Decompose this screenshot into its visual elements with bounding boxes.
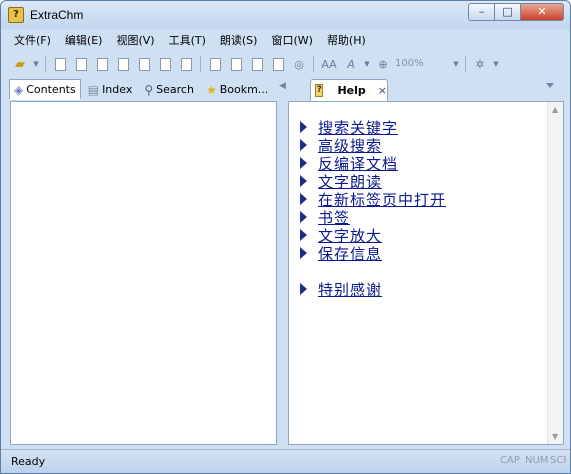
find-icon[interactable] (206, 55, 224, 73)
tab-index[interactable]: ▤ Index (83, 79, 138, 100)
font-dropdown-icon[interactable]: ▼ (363, 55, 371, 73)
close-button[interactable]: ✕ (520, 3, 564, 21)
page-icon[interactable] (156, 55, 174, 73)
bullet-icon (300, 229, 307, 241)
list-item: 文字朗读 (300, 172, 446, 191)
left-tab-strip: ◈ Contents ▤ Index ⚲ Search ★ Bookm... (9, 79, 277, 101)
status-bar: Ready CAP NUM SCRL (1, 449, 570, 473)
bullet-icon (300, 121, 307, 133)
list-item: 文字放大 (300, 226, 446, 245)
pane-splitter[interactable] (280, 79, 286, 445)
book-icon: ◈ (14, 82, 24, 97)
bookmark-add-icon[interactable] (248, 55, 266, 73)
list-item: 搜索关键字 (300, 118, 446, 137)
bullet-icon (300, 211, 307, 223)
print-preview-icon[interactable] (72, 55, 90, 73)
help-link-list: 搜索关键字 高级搜索 反编译文档 文字朗读 在新标签页中打开 书签 文字放大 保… (300, 118, 446, 300)
sync-icon[interactable]: ◎ (290, 55, 308, 73)
minimize-button[interactable]: – (468, 3, 494, 21)
settings-gear-icon[interactable]: ✲ (471, 55, 489, 73)
save-icon[interactable] (177, 55, 195, 73)
help-content: 搜索关键字 高级搜索 反编译文档 文字朗读 在新标签页中打开 书签 文字放大 保… (288, 101, 564, 445)
bookmark-list-icon[interactable] (269, 55, 287, 73)
help-icon: ? (315, 84, 324, 97)
scroll-up-icon[interactable]: ▲ (552, 105, 558, 114)
back-icon[interactable] (227, 55, 245, 73)
menu-tools[interactable]: 工具(T) (162, 31, 213, 51)
caps-lock-indicator: CAP (500, 455, 520, 466)
menu-view[interactable]: 视图(V) (109, 31, 161, 51)
settings-dropdown-icon[interactable]: ▼ (492, 55, 500, 73)
document-icon[interactable] (93, 55, 111, 73)
maximize-button[interactable]: □ (494, 3, 520, 21)
menu-bar: 文件(F) 编辑(E) 视图(V) 工具(T) 朗读(S) 窗口(W) 帮助(H… (7, 31, 564, 51)
document-tab-strip: ? Help × (288, 79, 564, 101)
tab-search-label: Search (156, 83, 194, 96)
paste-icon[interactable] (135, 55, 153, 73)
caption-buttons: – □ ✕ (468, 3, 564, 23)
num-lock-indicator: NUM (525, 455, 549, 466)
list-item: 保存信息 (300, 243, 446, 264)
tab-contents-label: Contents (26, 83, 76, 96)
list-item: 在新标签页中打开 (300, 190, 446, 209)
vertical-scrollbar[interactable]: ▲ ▼ (547, 102, 563, 444)
tab-index-label: Index (102, 83, 133, 96)
zoom-icon[interactable]: ⊕ (374, 55, 392, 73)
list-item: 反编译文档 (300, 154, 446, 173)
link-special-thanks[interactable]: 特别感谢 (318, 279, 382, 300)
status-text: Ready (11, 455, 46, 468)
close-tab-icon[interactable]: × (378, 84, 387, 97)
zoom-level[interactable]: 100% (395, 55, 449, 73)
bullet-icon (300, 139, 307, 151)
link-save-info[interactable]: 保存信息 (318, 243, 382, 264)
bullet-icon (300, 157, 307, 169)
tab-search[interactable]: ⚲ Search (139, 79, 199, 100)
list-item: 特别感谢 (300, 279, 446, 300)
toolbar-separator (313, 56, 314, 72)
list-item: 书签 (300, 208, 446, 227)
app-icon: ? (8, 7, 24, 23)
menu-help[interactable]: 帮助(H) (320, 31, 373, 51)
tab-bookmarks-label: Bookm... (219, 83, 269, 96)
tab-contents[interactable]: ◈ Contents (9, 79, 81, 100)
bullet-icon (300, 283, 307, 295)
bullet-icon (300, 193, 307, 205)
scroll-down-icon[interactable]: ▼ (552, 432, 558, 441)
tab-bookmarks[interactable]: ★ Bookm... (201, 79, 273, 100)
scroll-lock-indicator: SCRL (550, 455, 566, 466)
tab-help-label: Help (337, 84, 366, 97)
open-dropdown-icon[interactable]: ▼ (32, 55, 40, 73)
toolbar-separator (200, 56, 201, 72)
menu-edit[interactable]: 编辑(E) (58, 31, 110, 51)
menu-window[interactable]: 窗口(W) (264, 31, 319, 51)
tab-list-dropdown-icon[interactable] (546, 83, 554, 88)
font-size-icon[interactable]: AA (319, 55, 339, 73)
copy-icon[interactable] (114, 55, 132, 73)
font-style-icon[interactable]: A (342, 55, 360, 73)
bullet-icon (300, 175, 307, 187)
print-icon[interactable] (51, 55, 69, 73)
menu-file[interactable]: 文件(F) (7, 31, 58, 51)
bullet-icon (300, 247, 307, 259)
index-icon: ▤ (87, 82, 100, 97)
toolbar-separator (465, 56, 466, 72)
contents-tree[interactable] (10, 101, 277, 445)
window-title: ExtraChm (30, 8, 84, 22)
star-icon: ★ (205, 82, 217, 97)
app-window: ? ExtraChm – □ ✕ 文件(F) 编辑(E) 视图(V) 工具(T)… (0, 0, 571, 474)
title-bar[interactable]: ? ExtraChm – □ ✕ (1, 1, 570, 29)
open-folder-icon[interactable]: ▰ (11, 55, 29, 73)
list-item: 高级搜索 (300, 136, 446, 155)
toolbar: ▰ ▼ ◎ AA A ▼ ⊕ 100% ▼ ✲ ▼ (7, 53, 564, 75)
tab-help[interactable]: ? Help × (310, 79, 388, 101)
menu-speak[interactable]: 朗读(S) (213, 31, 265, 51)
zoom-dropdown-icon[interactable]: ▼ (452, 55, 460, 73)
search-icon: ⚲ (144, 82, 154, 97)
toolbar-separator (45, 56, 46, 72)
